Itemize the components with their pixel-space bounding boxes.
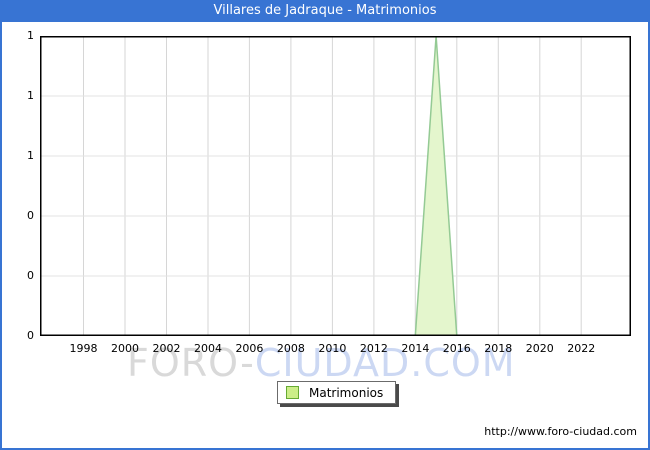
x-tick-label: 2008 <box>276 342 305 355</box>
x-tick-label: 2010 <box>318 342 347 355</box>
legend-label: Matrimonios <box>309 385 384 400</box>
y-tick-label: 0 <box>27 269 34 282</box>
area-chart <box>40 36 631 336</box>
plot-area <box>40 36 631 336</box>
x-tick-label: 2018 <box>484 342 513 355</box>
x-tick-label: 2004 <box>193 342 222 355</box>
y-tick-label: 1 <box>27 29 34 42</box>
footer-url: http://www.foro-ciudad.com <box>484 425 637 438</box>
x-tick-label: 2006 <box>235 342 264 355</box>
x-tick-label: 1998 <box>69 342 98 355</box>
x-tick-label: 2002 <box>152 342 181 355</box>
y-tick-label: 0 <box>27 209 34 222</box>
chart-title: Villares de Jadraque - Matrimonios <box>0 0 650 22</box>
legend-box: Matrimonios <box>277 381 397 404</box>
x-tick-label: 2000 <box>111 342 140 355</box>
x-tick-label: 2020 <box>525 342 554 355</box>
y-tick-label: 1 <box>27 89 34 102</box>
legend-swatch-icon <box>286 386 299 399</box>
x-tick-label: 2022 <box>567 342 596 355</box>
x-tick-label: 2016 <box>442 342 471 355</box>
x-tick-label: 2014 <box>401 342 430 355</box>
x-tick-label: 2012 <box>359 342 388 355</box>
y-tick-label: 1 <box>27 149 34 162</box>
y-tick-label: 0 <box>27 329 34 342</box>
